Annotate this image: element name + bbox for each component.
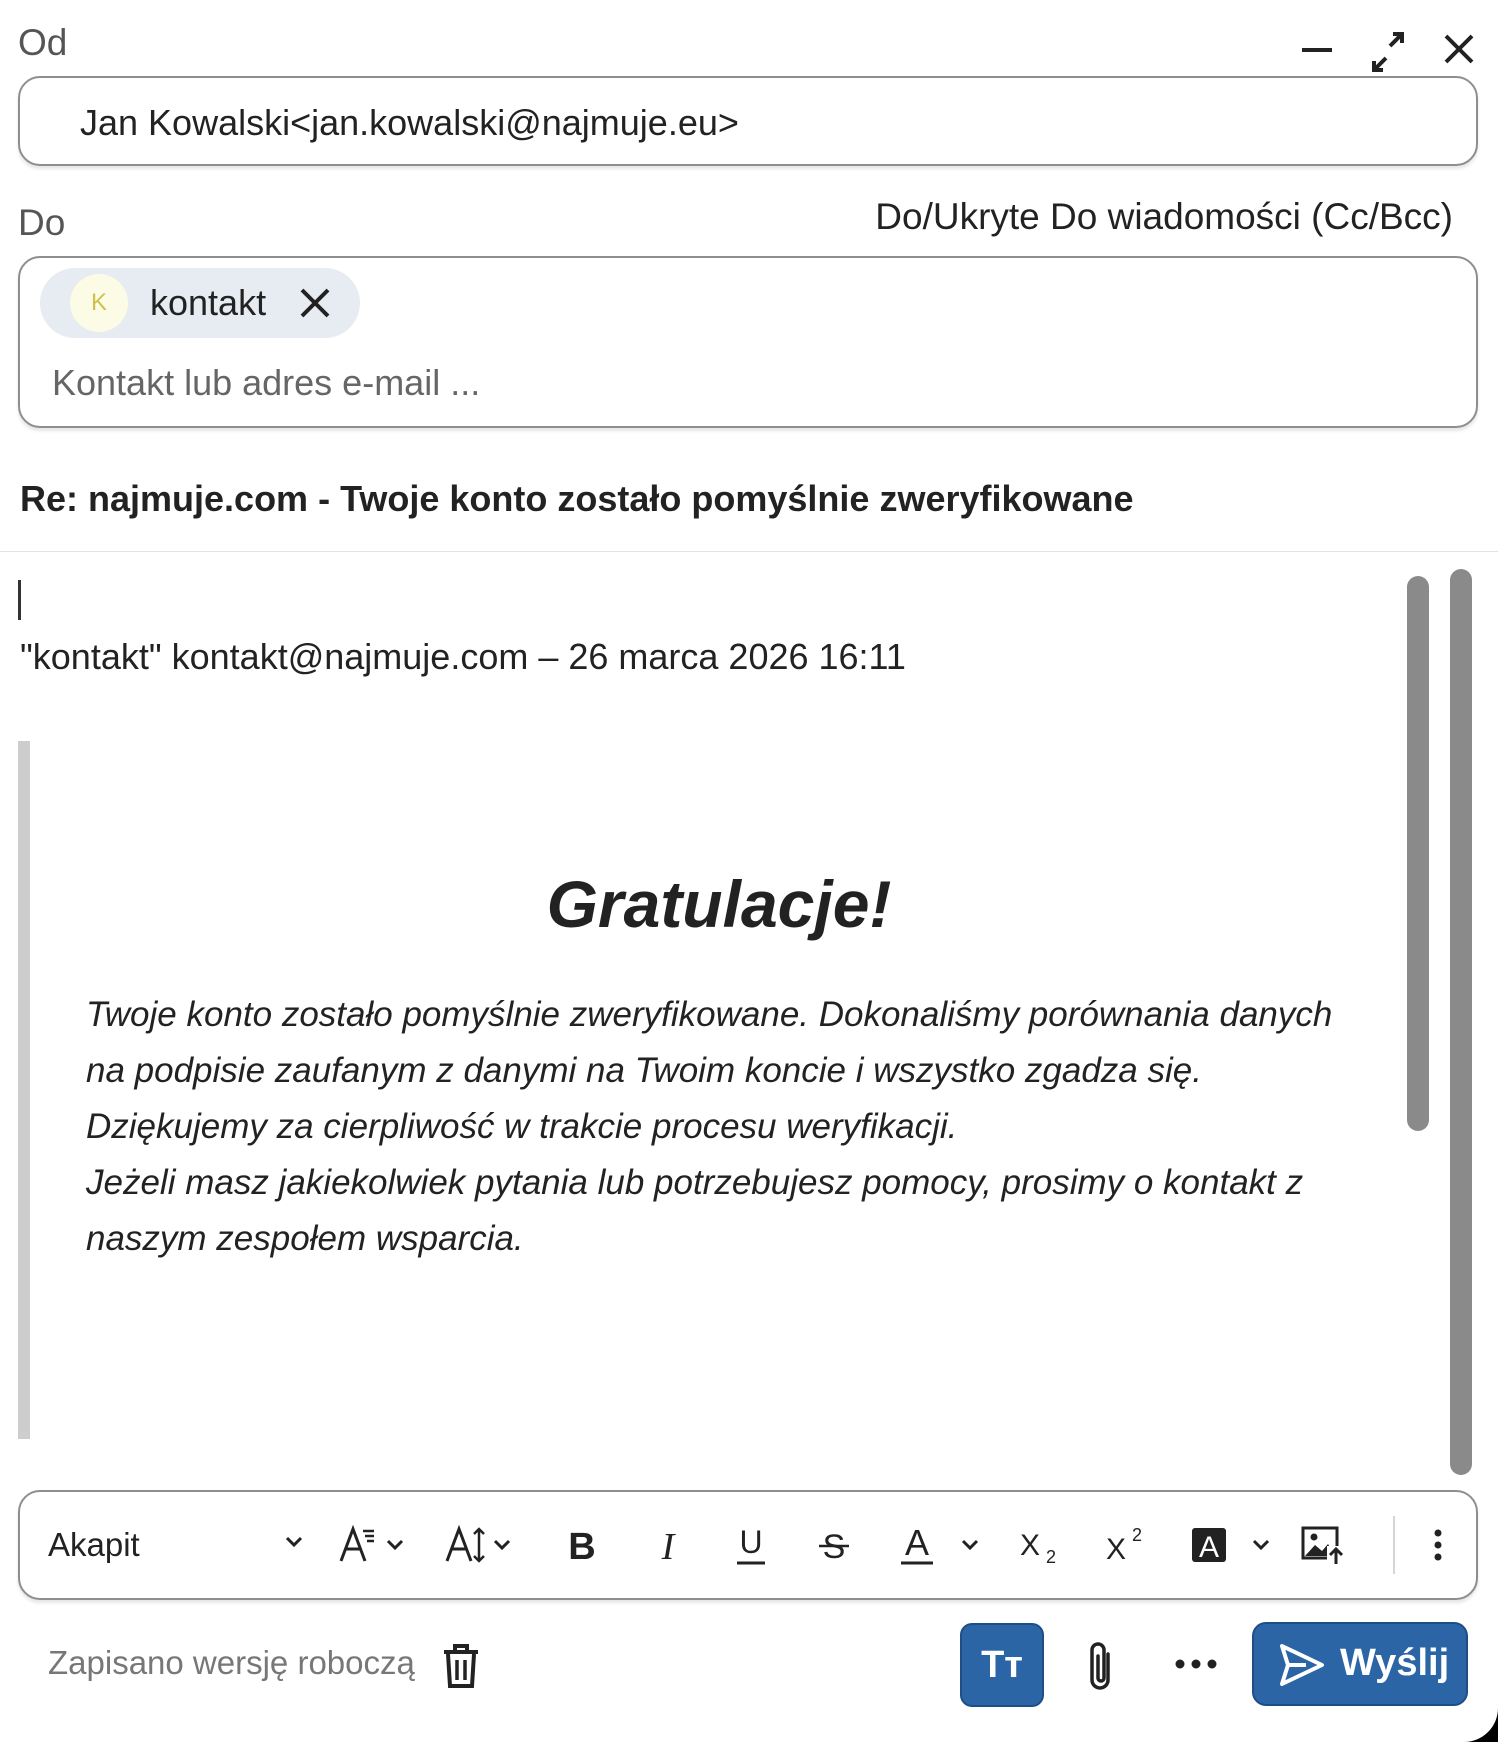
- attach-button[interactable]: [1078, 1638, 1122, 1696]
- svg-text:A: A: [905, 1523, 929, 1563]
- send-button[interactable]: Wyślij: [1252, 1622, 1468, 1706]
- bold-icon: B: [568, 1526, 595, 1565]
- svg-text:X: X: [1020, 1529, 1040, 1562]
- quote-bar: [18, 741, 30, 1439]
- quote-header: "kontakt" kontakt@najmuje.com – 26 marca…: [20, 636, 906, 677]
- subscript-button[interactable]: X 2: [1020, 1492, 1066, 1597]
- recipient-name: kontakt: [150, 282, 267, 323]
- font-size-button[interactable]: [445, 1492, 515, 1597]
- from-value: Jan Kowalski<jan.kowalski@najmuje.eu>: [80, 102, 739, 143]
- formatting-toolbar: Akapit B I U S A X 2 X 2 A: [18, 1490, 1478, 1600]
- expand-button[interactable]: [1360, 28, 1416, 78]
- italic-icon: I: [661, 1526, 677, 1565]
- highlight-button[interactable]: A: [1190, 1492, 1280, 1597]
- svg-text:A: A: [1199, 1531, 1219, 1564]
- send-icon: [1280, 1644, 1324, 1686]
- svg-text:X: X: [1106, 1533, 1126, 1565]
- font-color-icon: A: [901, 1523, 979, 1564]
- paragraph-style-label: Akapit: [48, 1525, 140, 1563]
- cc-bcc-link[interactable]: Do/Ukryte Do wiadomości (Cc/Bcc): [875, 196, 1453, 238]
- avatar: K: [70, 274, 128, 332]
- message-paragraph: Twoje konto zostało pomyślnie zweryfikow…: [86, 995, 1333, 1090]
- close-icon: [1444, 34, 1474, 64]
- font-family-button[interactable]: [338, 1492, 408, 1597]
- strikethrough-icon: S: [819, 1528, 849, 1565]
- outer-scrollbar[interactable]: [1450, 569, 1472, 1475]
- font-color-button[interactable]: A: [897, 1492, 987, 1597]
- font-size-icon: [445, 1524, 511, 1563]
- window-controls: [1268, 28, 1498, 78]
- message-heading: Gratulacje!: [546, 867, 892, 941]
- close-icon: [300, 288, 330, 318]
- recipient-chip[interactable]: K kontakt: [40, 268, 360, 338]
- message-paragraph: Jeżeli masz jakiekolwiek pytania lub pot…: [86, 1163, 1304, 1258]
- delete-draft-button[interactable]: [440, 1642, 482, 1690]
- highlight-icon: A: [1192, 1527, 1270, 1564]
- to-field[interactable]: K kontakt: [18, 256, 1478, 428]
- draft-status: Zapisano wersję roboczą: [48, 1644, 415, 1681]
- svg-text:B: B: [568, 1526, 595, 1565]
- minimize-icon: [1302, 48, 1332, 52]
- italic-button[interactable]: I: [648, 1492, 688, 1597]
- strikethrough-button[interactable]: S: [814, 1492, 854, 1597]
- paragraph-style-select[interactable]: Akapit: [48, 1492, 308, 1597]
- insert-image-button[interactable]: [1300, 1492, 1346, 1597]
- more-horizontal-icon: [1175, 1659, 1217, 1669]
- text-cursor: [18, 580, 21, 620]
- more-actions-button[interactable]: [1172, 1648, 1220, 1680]
- close-button[interactable]: [1432, 28, 1488, 78]
- underline-icon: U: [737, 1524, 765, 1564]
- inner-scrollbar[interactable]: [1407, 576, 1429, 1131]
- message-paragraph: Dziękujemy za cierpliwość w trakcie proc…: [86, 1107, 958, 1146]
- more-options-button[interactable]: [1418, 1492, 1458, 1597]
- more-vertical-icon: [1434, 1529, 1442, 1560]
- superscript-button[interactable]: X 2: [1106, 1492, 1152, 1597]
- subscript-icon: X 2: [1020, 1529, 1056, 1565]
- from-field[interactable]: Jan Kowalski<jan.kowalski@najmuje.eu>: [18, 76, 1478, 166]
- message-body[interactable]: Twoje konto zostało pomyślnie zweryfikow…: [86, 987, 1366, 1267]
- divider: [0, 551, 1498, 552]
- svg-text:2: 2: [1046, 1547, 1056, 1565]
- send-label: Wyślij: [1340, 1642, 1450, 1684]
- insert-image-icon: [1301, 1526, 1345, 1566]
- expand-icon: [1372, 32, 1404, 72]
- minimize-button[interactable]: [1288, 28, 1344, 78]
- paperclip-icon: [1090, 1642, 1110, 1690]
- remove-recipient-button[interactable]: [296, 284, 334, 322]
- superscript-icon: X 2: [1106, 1525, 1142, 1565]
- from-label: Od: [18, 22, 68, 63]
- text-formatting-toggle-button[interactable]: Tт: [960, 1623, 1044, 1707]
- compose-window: Od Jan Kowalski<jan.kowalski@najmuje.eu>…: [0, 0, 1498, 1742]
- bold-button[interactable]: B: [562, 1492, 602, 1597]
- trash-icon: [444, 1644, 478, 1688]
- to-label: Do: [18, 202, 66, 243]
- underline-button[interactable]: U: [731, 1492, 771, 1597]
- svg-text:I: I: [661, 1526, 677, 1565]
- font-family-icon: [339, 1524, 404, 1562]
- recipient-input[interactable]: [52, 358, 952, 408]
- toolbar-separator: [1393, 1516, 1395, 1574]
- svg-text:U: U: [739, 1524, 762, 1560]
- svg-text:2: 2: [1132, 1525, 1142, 1545]
- chevron-down-icon: [285, 1536, 303, 1548]
- subject-line[interactable]: Re: najmuje.com - Twoje konto zostało po…: [20, 478, 1134, 520]
